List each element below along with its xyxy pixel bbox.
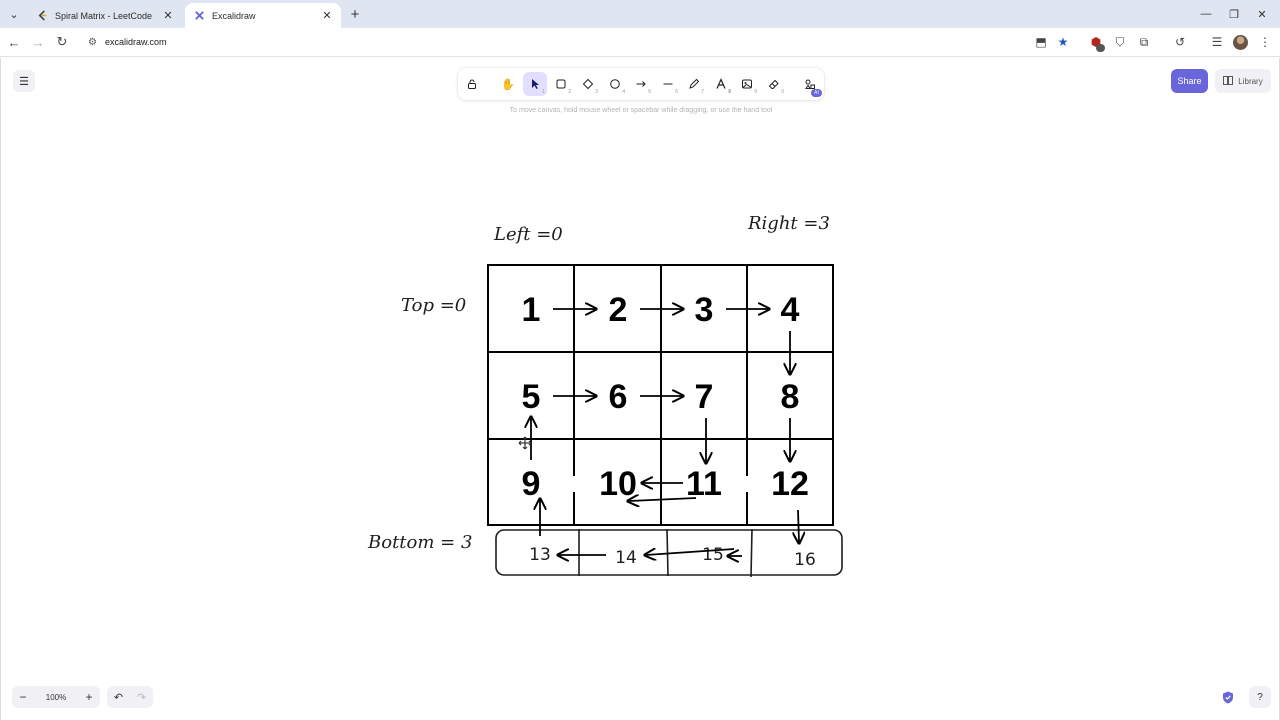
window-close-icon[interactable]: ✕: [1252, 4, 1272, 24]
close-tab-icon[interactable]: ✕: [321, 10, 333, 22]
share-button[interactable]: Share: [1171, 69, 1208, 93]
label-right[interactable]: Right =3: [747, 213, 830, 234]
restore-icon[interactable]: ❐: [1224, 4, 1244, 24]
cell-9: 9: [522, 465, 541, 503]
cell-11: 11: [686, 465, 722, 503]
url-text: excalidraw.com: [104, 37, 167, 47]
help-icon[interactable]: ?: [1249, 686, 1271, 708]
back-arrow-icon[interactable]: ←: [4, 32, 24, 52]
history-controls: ↶ ↷: [107, 686, 153, 708]
lock-icon[interactable]: [460, 72, 484, 96]
library-label: Library: [1238, 76, 1263, 86]
diamond-icon[interactable]: 3: [576, 72, 600, 96]
zoom-level[interactable]: 100%: [34, 693, 78, 702]
tab-search-chevron-icon[interactable]: ⌄: [4, 4, 24, 24]
cell-3: 3: [695, 291, 714, 329]
text-icon[interactable]: 8: [709, 72, 733, 96]
zoom-out-button[interactable]: −: [12, 686, 34, 708]
close-tab-icon[interactable]: ✕: [162, 10, 174, 22]
library-book-icon: [1223, 75, 1234, 87]
excalidraw-favicon-icon: [193, 10, 205, 22]
library-button[interactable]: Library: [1215, 69, 1271, 93]
ellipse-icon[interactable]: 4: [603, 72, 627, 96]
line-icon[interactable]: 6: [656, 72, 680, 96]
leetcode-favicon-icon: [36, 10, 48, 22]
label-bottom[interactable]: Bottom = 3: [367, 532, 472, 553]
new-tab-plus-icon[interactable]: +: [345, 4, 365, 24]
browser-menu-icon[interactable]: ⋮: [1255, 32, 1275, 52]
pencil-icon[interactable]: 7: [682, 72, 706, 96]
cell-16: 16: [794, 550, 816, 570]
encryption-shield-icon[interactable]: [1219, 688, 1237, 706]
site-info-icon[interactable]: ⚙: [88, 37, 97, 48]
bookmark-star-icon[interactable]: ★: [1053, 32, 1073, 52]
reading-list-icon[interactable]: ☰: [1207, 32, 1227, 52]
excalidraw-app: Left =0 Right =3 Top =0 Bottom = 3 1 2 3…: [0, 58, 1280, 720]
drawing-canvas[interactable]: Left =0 Right =3 Top =0 Bottom = 3 1 2 3…: [1, 58, 1279, 720]
extension-badge: [1096, 44, 1105, 52]
shapes-toolbar: ✋ 1 2 3 4 5 6 7 8 9 0 AI: [458, 68, 824, 100]
white-patch: [553, 476, 575, 492]
forward-arrow-icon[interactable]: →: [28, 32, 48, 52]
cell-15: 15: [702, 545, 724, 565]
cell-6: 6: [609, 378, 628, 416]
arrow-icon[interactable]: 5: [629, 72, 653, 96]
rectangle-icon[interactable]: 2: [549, 72, 573, 96]
cell-12: 12: [771, 465, 809, 503]
ai-badge: AI: [811, 89, 822, 97]
cell-10: 10: [599, 465, 637, 503]
extensions-puzzle-icon[interactable]: ⧉: [1134, 32, 1154, 52]
address-bar[interactable]: ⚙ excalidraw.com: [80, 31, 1080, 53]
cell-13: 13: [529, 545, 551, 565]
cell-14: 14: [615, 548, 637, 568]
canvas-hint: To move canvas, hold mouse wheel or spac…: [509, 107, 773, 114]
profile-avatar[interactable]: [1233, 35, 1248, 50]
shapes-icon[interactable]: AI: [798, 72, 822, 97]
eraser-icon[interactable]: 0: [762, 72, 786, 96]
zoom-controls: − 100% +: [12, 686, 100, 708]
cell-4: 4: [781, 291, 800, 329]
reload-icon[interactable]: ↻: [52, 32, 72, 52]
cell-2: 2: [609, 291, 628, 329]
white-patch: [728, 476, 748, 492]
redo-icon[interactable]: ↷: [130, 686, 153, 708]
cell-7: 7: [695, 378, 714, 416]
cell-5: 5: [522, 378, 541, 416]
pointer-icon[interactable]: 1: [523, 72, 547, 96]
zoom-in-button[interactable]: +: [78, 686, 100, 708]
main-menu-icon[interactable]: ☰: [13, 70, 35, 92]
spiral-arrows[interactable]: [531, 309, 799, 556]
tab-title: Spiral Matrix - LeetCode: [55, 10, 153, 21]
history-icon[interactable]: ↺: [1170, 32, 1190, 52]
tab-strip: ⌄ Spiral Matrix - LeetCode ✕ Excalidraw …: [0, 0, 1280, 28]
image-icon[interactable]: 9: [735, 72, 759, 96]
navigation-bar: ← → ↻ ⚙ excalidraw.com ⬒ ★ ⬢ ⛉ ⧉ ↺ ☰ ⋮: [0, 28, 1280, 57]
extension-shield-icon[interactable]: ⛉: [1110, 32, 1130, 52]
hand-icon[interactable]: ✋: [496, 72, 520, 96]
cell-1: 1: [522, 291, 541, 329]
undo-icon[interactable]: ↶: [107, 686, 130, 708]
tab-title: Excalidraw: [212, 10, 256, 21]
cell-8: 8: [781, 378, 800, 416]
label-left[interactable]: Left =0: [493, 224, 563, 245]
tab-leetcode[interactable]: Spiral Matrix - LeetCode ✕: [28, 3, 182, 28]
label-top[interactable]: Top =0: [401, 295, 466, 316]
minimize-icon[interactable]: —: [1196, 4, 1216, 24]
tab-excalidraw[interactable]: Excalidraw ✕: [185, 3, 341, 28]
install-app-icon[interactable]: ⬒: [1031, 32, 1051, 52]
